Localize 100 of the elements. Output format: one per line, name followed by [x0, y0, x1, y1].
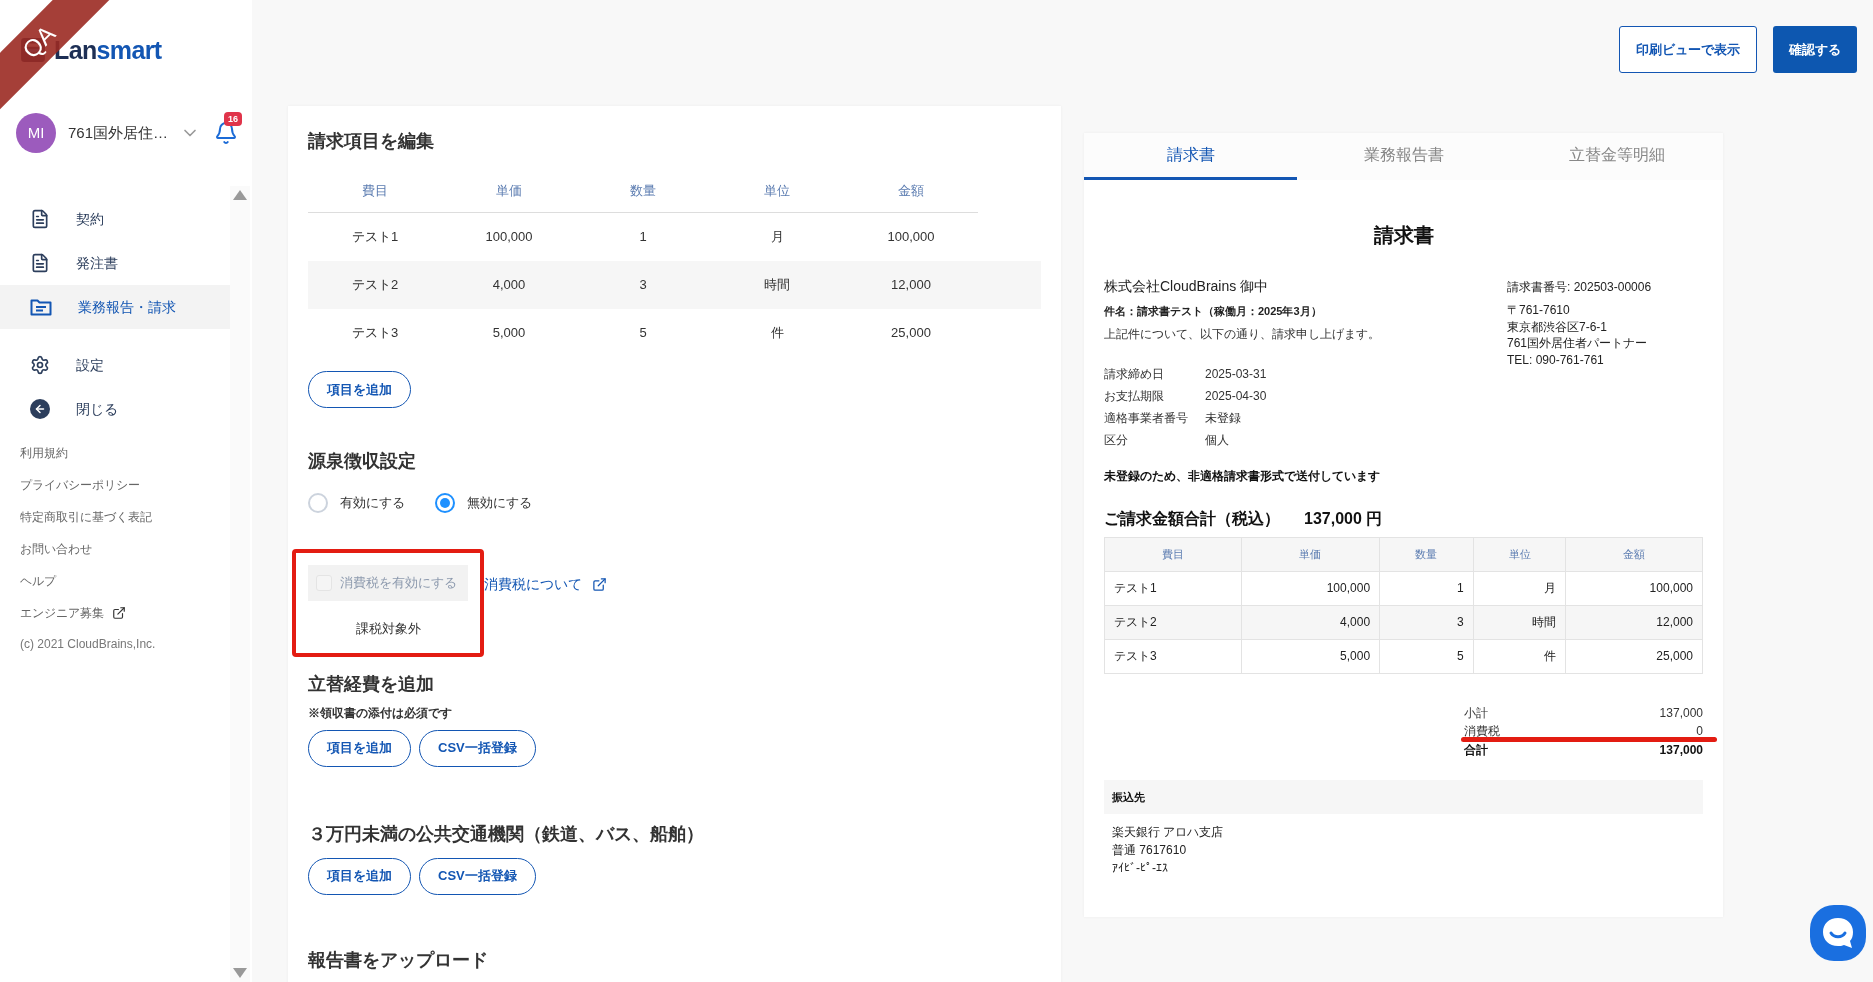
user-avatar[interactable]: MI: [16, 113, 56, 153]
copyright-text: (c) 2021 CloudBrains,Inc.: [20, 636, 157, 653]
chat-bubble-icon[interactable]: [1810, 905, 1866, 961]
nav-item[interactable]: 設定: [0, 343, 230, 387]
table-cell: テスト2: [1105, 605, 1242, 639]
detail-value: 2025-03-31: [1205, 365, 1267, 383]
totals-value: 137,000: [1659, 741, 1703, 759]
user-name[interactable]: 761国外居住…: [68, 121, 169, 145]
table-cell-text: 25,000: [890, 324, 932, 343]
total-amount: 137,000 円: [1304, 508, 1383, 529]
table-cell-text: 時間: [763, 276, 791, 295]
footer-link[interactable]: エンジニア募集: [20, 597, 126, 629]
table-cell-text: 100,000: [1648, 580, 1694, 597]
folder-icon: [30, 298, 52, 316]
table-cell-text: 12,000: [1655, 614, 1694, 631]
column-header: 単価: [1241, 537, 1381, 571]
pill-button[interactable]: CSV一括登録: [419, 729, 536, 767]
radio-button[interactable]: [435, 493, 455, 513]
footer-link[interactable]: 特定商取引に基づく表記: [20, 501, 152, 533]
table-cell: テスト1: [1105, 571, 1242, 605]
table-cell-text: 12,000: [890, 276, 932, 295]
nav-item[interactable]: 発注書: [0, 241, 230, 285]
external-link-icon[interactable]: [592, 577, 607, 592]
recipient-text: 株式会社CloudBrains 御中: [1104, 277, 1270, 296]
scroll-up-icon[interactable]: [233, 190, 247, 200]
pill-button[interactable]: CSV一括登録: [419, 857, 536, 895]
section-title: 報告書をアップロード: [308, 948, 489, 972]
table-cell-text: テスト1: [350, 228, 400, 247]
notification-bell-icon[interactable]: [214, 121, 239, 145]
table-cell: 1: [1380, 571, 1474, 605]
totals-label: 消費税: [1464, 723, 1500, 741]
footer-link[interactable]: ヘルプ: [20, 565, 56, 597]
notice-text: 未登録のため、非適格請求書形式で送付しています: [1104, 467, 1380, 485]
bank-header: 振込先: [1104, 780, 1703, 814]
table-cell-text: テスト2: [350, 276, 400, 295]
column-header: 金額: [897, 181, 925, 200]
issuer-line: 東京都渋谷区7-6-1: [1507, 318, 1608, 335]
section-title: ３万円未満の公共交通機関（鉄道、バス、船舶）: [308, 822, 705, 846]
header-button[interactable]: 印刷ビューで表示: [1619, 26, 1757, 73]
footer-link[interactable]: お問い合わせ: [20, 533, 92, 565]
detail-value: 未登録: [1205, 409, 1241, 427]
notification-count: 16: [224, 112, 243, 126]
bank-line: ｱｲﾋﾞ-ﾋﾟ-ｴｽ: [1112, 860, 1169, 877]
column-header: 数量: [629, 181, 657, 200]
table-cell: 5,000: [1241, 639, 1381, 673]
table-cell: 件: [1473, 639, 1567, 673]
table-cell-text: 100,000: [484, 228, 534, 247]
tab[interactable]: 立替金等明細: [1510, 133, 1723, 180]
detail-value: 個人: [1205, 431, 1229, 449]
total-label: ご請求金額合計（税込）: [1104, 508, 1280, 529]
tax-status-text: 課税対象外: [355, 620, 421, 638]
column-header: 単価: [495, 181, 523, 200]
section-title: 請求項目を編集: [308, 130, 435, 153]
bank-line: 楽天銀行 アロハ支店: [1112, 824, 1225, 841]
document-icon: [30, 209, 50, 229]
footer-link[interactable]: プライバシーポリシー: [20, 469, 140, 501]
table-cell-text: 4,000: [491, 276, 527, 295]
table-cell-text: 100,000: [886, 228, 936, 247]
issuer-line: TEL: 090-761-761: [1507, 351, 1605, 368]
scrollbar[interactable]: [230, 186, 250, 982]
table-cell-text: 25,000: [1655, 648, 1694, 665]
radio-option[interactable]: 有効にする: [308, 493, 405, 513]
external-link-icon: [112, 606, 126, 620]
issuer-line: 〒761-7610: [1507, 302, 1571, 319]
table-cell-text: 5,000: [491, 324, 527, 343]
table-cell: 3: [1380, 605, 1474, 639]
column-header: 金額: [1622, 546, 1647, 562]
table-cell: 5: [1380, 639, 1474, 673]
table-cell: 100,000: [1241, 571, 1381, 605]
column-header: 単位: [1473, 537, 1567, 571]
table-cell: テスト3: [1105, 639, 1242, 673]
radio-button[interactable]: [308, 493, 328, 513]
document-icon: [30, 253, 50, 273]
logo-text: Lansmart: [54, 37, 162, 63]
radio-option[interactable]: 無効にする: [435, 493, 532, 513]
pill-button[interactable]: 項目を追加: [308, 729, 411, 767]
nav-item[interactable]: 契約: [0, 197, 230, 241]
issuer-line: 761国外居住者パートナー: [1507, 335, 1649, 352]
pill-button[interactable]: 項目を追加: [308, 857, 411, 895]
totals-value: 0: [1696, 723, 1703, 741]
tab[interactable]: 請求書: [1084, 133, 1297, 180]
table-cell-text: 月: [769, 228, 785, 247]
nav-item[interactable]: 業務報告・請求: [0, 285, 230, 329]
scroll-down-icon[interactable]: [233, 968, 247, 978]
pill-button[interactable]: 項目を追加: [308, 371, 411, 408]
table-cell-text: 3: [638, 276, 648, 295]
table-cell-text: 件: [769, 324, 785, 343]
greeting-text: 上記件について、以下の通り、請求申し上げます。: [1104, 325, 1380, 343]
table-cell-text: 1: [638, 228, 648, 247]
note-text: ※領収書の添付は必須です: [308, 704, 453, 722]
column-header: 単位: [763, 181, 791, 200]
table-cell: 月: [1473, 571, 1567, 605]
header-button[interactable]: 確認する: [1773, 26, 1857, 73]
table-cell: 4,000: [1241, 605, 1381, 639]
column-header: 数量: [1380, 537, 1474, 571]
tab[interactable]: 業務報告書: [1297, 133, 1510, 180]
footer-link[interactable]: 利用規約: [20, 437, 68, 469]
column-header: 費目: [361, 181, 389, 200]
totals-label: 小計: [1464, 704, 1488, 722]
nav-item[interactable]: 閉じる: [0, 387, 230, 431]
